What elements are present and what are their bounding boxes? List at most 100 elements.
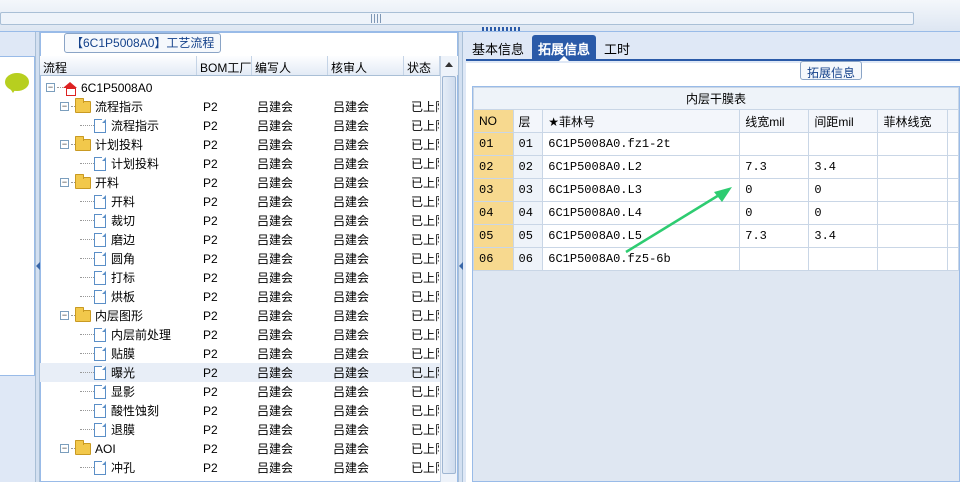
collapse-toggle-icon[interactable]: − — [60, 311, 69, 320]
col-header-film-no[interactable]: ★菲林号 — [542, 109, 741, 133]
line-width-cell[interactable] — [739, 247, 810, 271]
line-width-cell[interactable]: 0 — [739, 178, 810, 202]
no-cell[interactable]: 03 — [473, 178, 514, 202]
tree-row-label: 显影 — [111, 385, 136, 399]
tree-row[interactable]: 圆角 P2 吕建会 吕建会 已上队 — [40, 249, 440, 268]
collapse-toggle-icon[interactable]: − — [60, 444, 69, 453]
no-cell[interactable]: 01 — [473, 132, 514, 156]
home-icon — [63, 81, 77, 96]
col-header-reviewer[interactable]: 核审人 — [328, 56, 404, 75]
col-header-status[interactable]: 状态 — [404, 56, 440, 75]
tree-row[interactable]: − 开料 P2 吕建会 吕建会 已上队 — [40, 173, 440, 192]
tree-row[interactable]: 磨边 P2 吕建会 吕建会 已上队 — [40, 230, 440, 249]
tree-row[interactable]: 显影 P2 吕建会 吕建会 已上队 — [40, 382, 440, 401]
status-cell: 已上队 — [411, 347, 439, 361]
line-width-cell[interactable]: 0 — [739, 201, 810, 225]
writer-cell: 吕建会 — [257, 252, 294, 266]
spacing-cell[interactable]: 0 — [808, 201, 879, 225]
tree-root[interactable]: − 6C1P5008A0 — [40, 78, 440, 97]
film-line-width-cell[interactable] — [877, 224, 948, 248]
no-cell[interactable]: 02 — [473, 155, 514, 179]
tree-row[interactable]: 酸性蚀刻 P2 吕建会 吕建会 已上队 — [40, 401, 440, 420]
line-width-cell[interactable]: 7.3 — [739, 155, 810, 179]
tree-row[interactable]: 冲孔 P2 吕建会 吕建会 已上队 — [40, 458, 440, 477]
col-header-line-width[interactable]: 线宽mil — [739, 109, 810, 133]
line-width-cell[interactable]: 7.3 — [739, 224, 810, 248]
collapse-toggle-icon[interactable]: − — [46, 83, 55, 92]
film-line-width-cell[interactable] — [877, 178, 948, 202]
collapse-toggle-icon[interactable]: − — [60, 102, 69, 111]
film-line-width-cell[interactable] — [877, 201, 948, 225]
spacing-cell[interactable] — [808, 132, 879, 156]
tree-row[interactable]: 烘板 P2 吕建会 吕建会 已上队 — [40, 287, 440, 306]
col-header-flow[interactable]: 流程 — [40, 56, 197, 75]
horizontal-scrollbar[interactable] — [0, 12, 914, 25]
tree-row-label: 内层前处理 — [111, 328, 172, 342]
document-icon — [94, 289, 106, 304]
tree-row[interactable]: 内层前处理 P2 吕建会 吕建会 已上队 — [40, 325, 440, 344]
collapse-toggle-icon[interactable]: − — [60, 140, 69, 149]
film-no-cell[interactable]: 6C1P5008A0.fz1-2t — [542, 132, 741, 156]
writer-cell: 吕建会 — [257, 309, 294, 323]
tree-row[interactable]: 流程指示 P2 吕建会 吕建会 已上队 — [40, 116, 440, 135]
col-header-bom[interactable]: BOM工厂 — [197, 56, 252, 75]
spacing-cell[interactable] — [808, 247, 879, 271]
reviewer-cell: 吕建会 — [333, 214, 370, 228]
col-header-writer[interactable]: 编写人 — [252, 56, 328, 75]
tree-row-label: 裁切 — [111, 214, 136, 228]
document-icon — [94, 156, 106, 171]
film-no-cell[interactable]: 6C1P5008A0.L2 — [542, 155, 741, 179]
col-header-no[interactable]: NO — [473, 109, 514, 133]
scroll-grip-icon[interactable] — [371, 14, 381, 23]
tree-row[interactable]: 计划投料 P2 吕建会 吕建会 已上队 — [40, 154, 440, 173]
col-header-spacing[interactable]: 间距mil — [808, 109, 879, 133]
no-cell[interactable]: 04 — [473, 201, 514, 225]
layer-cell[interactable]: 06 — [512, 247, 544, 271]
spacing-cell[interactable]: 0 — [808, 178, 879, 202]
layer-cell[interactable]: 04 — [512, 201, 544, 225]
layer-cell[interactable]: 03 — [512, 178, 544, 202]
tab-extended-info[interactable]: 拓展信息 — [532, 35, 597, 61]
col-header-filler — [946, 109, 960, 133]
tree-row[interactable]: 贴膜 P2 吕建会 吕建会 已上队 — [40, 344, 440, 363]
line-width-cell[interactable] — [739, 132, 810, 156]
collapse-arrow-icon[interactable] — [459, 262, 463, 270]
layer-cell[interactable]: 05 — [512, 224, 544, 248]
tree-row[interactable]: 开料 P2 吕建会 吕建会 已上队 — [40, 192, 440, 211]
scroll-up-icon[interactable] — [445, 62, 453, 67]
chat-bubble-icon[interactable] — [5, 73, 29, 93]
tree-row[interactable]: 退膜 P2 吕建会 吕建会 已上队 — [40, 420, 440, 439]
writer-cell: 吕建会 — [257, 385, 294, 399]
tree-row[interactable]: − 内层图形 P2 吕建会 吕建会 已上队 — [40, 306, 440, 325]
film-line-width-cell[interactable] — [877, 132, 948, 156]
film-line-width-cell[interactable] — [877, 247, 948, 271]
document-icon — [94, 365, 106, 380]
reviewer-cell: 吕建会 — [333, 309, 370, 323]
tree-row[interactable]: − 计划投料 P2 吕建会 吕建会 已上队 — [40, 135, 440, 154]
table-row[interactable]: 02 02 6C1P5008A0.L2 7.3 3.4 — [473, 155, 960, 179]
tree-row[interactable]: 打标 P2 吕建会 吕建会 已上队 — [40, 268, 440, 287]
scroll-thumb[interactable] — [442, 76, 456, 474]
no-cell[interactable]: 05 — [473, 224, 514, 248]
tree-row[interactable]: − AOI P2 吕建会 吕建会 已上队 — [40, 439, 440, 458]
layer-cell[interactable]: 01 — [512, 132, 544, 156]
center-splitter[interactable] — [458, 32, 463, 482]
tab-work-hours[interactable]: 工时 — [598, 35, 636, 59]
spacing-cell[interactable]: 3.4 — [808, 224, 879, 248]
tree-vertical-scrollbar[interactable] — [440, 56, 457, 482]
tree-row[interactable]: 曝光 P2 吕建会 吕建会 已上队 — [40, 363, 440, 382]
tree-row-label: 打标 — [111, 271, 136, 285]
tab-handle-icon[interactable] — [482, 27, 522, 31]
layer-cell[interactable]: 02 — [512, 155, 544, 179]
table-row[interactable]: 01 01 6C1P5008A0.fz1-2t — [473, 132, 960, 156]
tree-row[interactable]: − 流程指示 P2 吕建会 吕建会 已上队 — [40, 97, 440, 116]
film-line-width-cell[interactable] — [877, 155, 948, 179]
col-header-film-line-width[interactable]: 菲林线宽 — [877, 109, 948, 133]
col-header-layer[interactable]: 层 — [512, 109, 544, 133]
tree-row[interactable]: 裁切 P2 吕建会 吕建会 已上队 — [40, 211, 440, 230]
no-cell[interactable]: 06 — [473, 247, 514, 271]
tab-basic-info[interactable]: 基本信息 — [466, 35, 530, 59]
document-icon — [94, 384, 106, 399]
spacing-cell[interactable]: 3.4 — [808, 155, 879, 179]
collapse-toggle-icon[interactable]: − — [60, 178, 69, 187]
